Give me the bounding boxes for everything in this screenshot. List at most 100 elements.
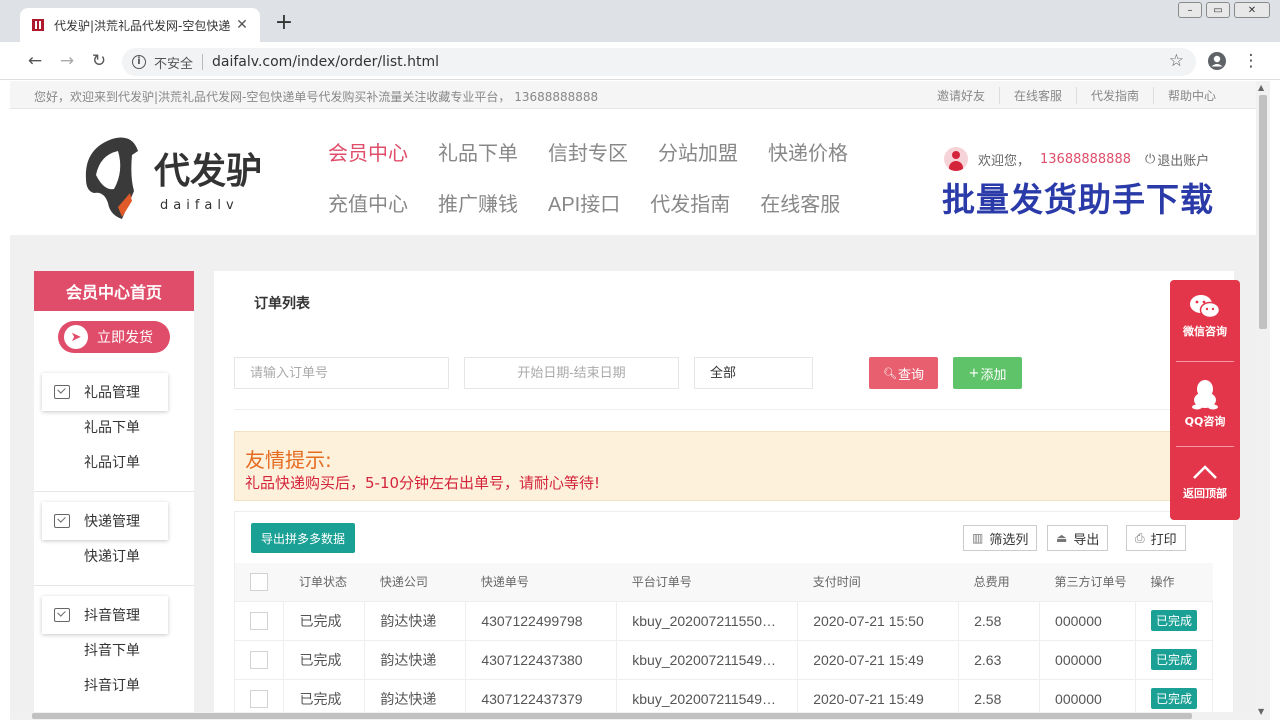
nav-envelope[interactable]: 信封专区 (548, 137, 628, 188)
maximize-icon[interactable]: ▭ (1206, 2, 1230, 18)
cell-status: 已完成 (283, 601, 366, 641)
print-button[interactable]: ⎙ 打印 (1126, 525, 1186, 551)
tab-close-icon[interactable]: ✕ (234, 17, 250, 33)
scroll-up-icon[interactable]: ▲ (1258, 83, 1264, 92)
column-header[interactable]: 支付时间 (797, 563, 959, 602)
site-logo[interactable]: 代发驴 daifalv (74, 131, 274, 223)
add-button[interactable]: + 添加 (953, 357, 1022, 389)
status-badge[interactable]: 已完成 (1150, 688, 1197, 709)
omnibox[interactable]: i 不安全 daifalv.com/index/order/list.html … (122, 48, 1196, 76)
back-to-top[interactable]: 返回顶部 (1170, 462, 1240, 501)
sidebar-item-douyin-orders[interactable]: 抖音订单 (34, 669, 194, 704)
address-bar: ← → ↻ i 不安全 daifalv.com/index/order/list… (0, 42, 1280, 80)
status-select[interactable]: 全部 (694, 357, 813, 389)
floating-contact-panel: 微信咨询 QQ咨询 返回顶部 (1170, 280, 1240, 520)
horizontal-scrollbar[interactable] (10, 712, 1256, 720)
query-button[interactable]: 🔍︎ 查询 (869, 357, 938, 389)
nav-guide[interactable]: 代发指南 (650, 188, 730, 239)
status-badge[interactable]: 已完成 (1150, 610, 1197, 631)
wechat-consult[interactable]: 微信咨询 (1170, 294, 1240, 339)
sidebar-item-douyin-order[interactable]: 抖音下单 (34, 634, 194, 669)
ship-now-button[interactable]: ➤ 立即发货 (58, 321, 170, 353)
group-title-gift[interactable]: 礼品管理 (42, 373, 168, 411)
export-pdd-button[interactable]: 导出拼多多数据 (251, 523, 356, 553)
site-favicon-icon (30, 17, 46, 33)
browser-tab[interactable]: 代发驴|洪荒礼品代发网-空包快递 ✕ (20, 8, 260, 42)
group-title-express[interactable]: 快递管理 (42, 502, 168, 540)
new-tab-button[interactable]: + (272, 12, 296, 36)
column-header[interactable]: 总费用 (958, 563, 1040, 602)
top-link-service[interactable]: 在线客服 (998, 87, 1076, 104)
qq-consult-label: QQ咨询 (1184, 415, 1226, 428)
columns-icon: ▥ (972, 531, 984, 545)
batch-download-link[interactable]: 批量发货助手下载 (942, 173, 1214, 221)
sidebar-item-express-orders[interactable]: 快递订单 (34, 540, 194, 575)
top-info-bar: 您好，欢迎来到代发驴|洪荒礼品代发网-空包快递单号代发购买补流量关注收藏专业平台… (10, 81, 1256, 109)
row-select-cell (235, 601, 285, 641)
horizontal-scroll-thumb[interactable] (32, 713, 1192, 719)
select-all-checkbox[interactable] (250, 572, 268, 591)
window-close-icon[interactable]: ✕ (1234, 2, 1270, 18)
scroll-down-icon[interactable]: ▼ (1258, 707, 1264, 716)
sidebar-item-gift-orders[interactable]: 礼品订单 (34, 446, 194, 481)
vertical-scrollbar[interactable]: ▲ ▼ (1256, 81, 1270, 720)
column-header[interactable]: 操作 (1135, 563, 1213, 602)
top-link-help[interactable]: 帮助中心 (1152, 87, 1230, 104)
logout-link[interactable]: 退出账户 (1157, 150, 1209, 169)
top-link-guide[interactable]: 代发指南 (1075, 87, 1153, 104)
nav-online-service[interactable]: 在线客服 (760, 188, 840, 239)
nav-gift-order[interactable]: 礼品下单 (438, 137, 518, 188)
browser-tabbar: 代发驴|洪荒礼品代发网-空包快递 ✕ + – ▭ ✕ (0, 0, 1280, 42)
member-center-home[interactable]: 会员中心首页 (34, 271, 194, 311)
insecure-label: 不安全 (154, 56, 194, 72)
column-header[interactable]: 快递单号 (465, 563, 617, 602)
status-badge[interactable]: 已完成 (1150, 649, 1197, 670)
forward-icon[interactable]: → (56, 50, 78, 72)
query-label: 查询 (897, 367, 924, 383)
column-header[interactable]: 快递公司 (364, 563, 466, 602)
profile-icon[interactable] (1206, 50, 1228, 72)
order-number-input[interactable]: 请输入订单号 (234, 357, 449, 389)
date-range-input[interactable]: 开始日期-结束日期 (464, 357, 679, 389)
sidebar-divider (34, 491, 194, 492)
folder-check-icon (54, 385, 70, 399)
wechat-consult-label: 微信咨询 (1183, 325, 1227, 338)
more-menu-icon[interactable]: ⋮ (1240, 50, 1262, 72)
power-icon[interactable]: ⏻ (1145, 152, 1155, 167)
nav-express-price[interactable]: 快递价格 (768, 137, 848, 188)
bookmark-star-icon[interactable]: ☆ (1169, 51, 1184, 71)
column-header[interactable]: 订单状态 (283, 563, 365, 602)
cell-fee: 2.58 (958, 601, 1041, 641)
scroll-thumb[interactable] (1259, 95, 1267, 329)
row-checkbox[interactable] (250, 650, 268, 669)
cell-company: 韵达快递 (364, 601, 467, 641)
nav-recharge[interactable]: 充值中心 (328, 188, 408, 239)
avatar[interactable] (944, 147, 968, 171)
column-header[interactable]: 平台订单号 (616, 563, 798, 602)
top-link-invite[interactable]: 邀请好友 (923, 87, 999, 104)
reload-icon[interactable]: ↻ (88, 50, 110, 72)
export-button[interactable]: ⏏ 导出 (1047, 525, 1109, 551)
plus-icon: + (968, 365, 980, 381)
nav-api[interactable]: API接口 (548, 188, 620, 239)
table-row: 已完成 韵达快递 4307122437380 kbuy_202007211549… (235, 640, 1214, 680)
column-header[interactable]: 第三方订单号 (1039, 563, 1136, 602)
user-phone[interactable]: 13688888888 (1040, 152, 1131, 167)
info-icon[interactable]: i (132, 55, 146, 69)
minimize-icon[interactable]: – (1178, 2, 1202, 18)
nav-member-center[interactable]: 会员中心 (328, 137, 408, 188)
url-text[interactable]: daifalv.com/index/order/list.html (212, 54, 439, 70)
back-icon[interactable]: ← (24, 50, 46, 72)
filter-columns-button[interactable]: ▥ 筛选列 (963, 525, 1038, 551)
nav-promote[interactable]: 推广赚钱 (438, 188, 518, 239)
row-checkbox[interactable] (250, 611, 268, 630)
qq-consult[interactable]: QQ咨询 (1170, 378, 1240, 429)
main-content: 订单列表 请输入订单号 开始日期-结束日期 全部 🔍︎ 查询 + 添加 友情提示… (214, 271, 1234, 720)
qq-penguin-icon (1192, 380, 1218, 410)
row-checkbox[interactable] (250, 689, 268, 708)
notice-title: 友情提示: (245, 448, 332, 472)
sidebar-item-gift-order[interactable]: 礼品下单 (34, 411, 194, 446)
group-douyin: 抖音管理 抖音下单 抖音订单 (34, 596, 194, 704)
group-title-douyin[interactable]: 抖音管理 (42, 596, 168, 634)
nav-franchise[interactable]: 分站加盟 (658, 137, 738, 188)
